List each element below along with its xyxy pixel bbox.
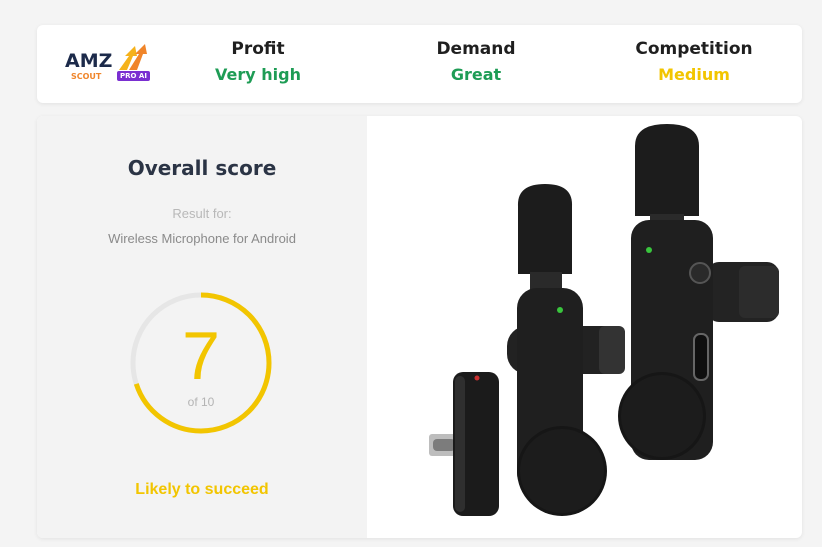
score-summary-bar: AMZ SCOUT PRO AI Profit Very high Demand…: [37, 25, 802, 103]
metric-value: Very high: [215, 65, 301, 84]
verdict-text: Likely to succeed: [135, 481, 269, 498]
left-microphone-icon: [507, 184, 625, 516]
logo-text: AMZ: [65, 50, 113, 72]
metric-label: Demand: [436, 39, 516, 59]
overall-score-card: Overall score Result for: Wireless Micro…: [37, 116, 802, 538]
metric-value: Great: [450, 65, 502, 84]
wireless-microphone-product-image: [367, 116, 802, 538]
score-value: 7: [182, 318, 220, 394]
metric-competition: Competition Medium: [604, 39, 784, 84]
metric-value: Medium: [658, 65, 730, 84]
result-for-label: Result for:: [172, 206, 232, 221]
pro-ai-badge: PRO AI: [117, 71, 150, 81]
amzscout-logo[interactable]: AMZ SCOUT PRO AI: [65, 44, 155, 87]
score-panel: Overall score Result for: Wireless Micro…: [37, 116, 367, 538]
logo-subtext: SCOUT: [71, 72, 102, 81]
score-of-text: of 10: [187, 395, 215, 409]
logo-arrows-icon: [119, 44, 147, 70]
right-microphone-icon: [618, 124, 779, 460]
usb-c-receiver-icon: [429, 372, 499, 516]
metric-label: Competition: [635, 39, 753, 59]
metric-demand: Demand Great: [386, 39, 566, 84]
overall-score-title: Overall score: [127, 156, 277, 180]
metric-profit: Profit Very high: [168, 39, 348, 84]
metric-label: Profit: [231, 39, 285, 59]
score-gauge: 7 of 10: [127, 289, 275, 437]
product-name: Wireless Microphone for Android: [108, 231, 296, 246]
